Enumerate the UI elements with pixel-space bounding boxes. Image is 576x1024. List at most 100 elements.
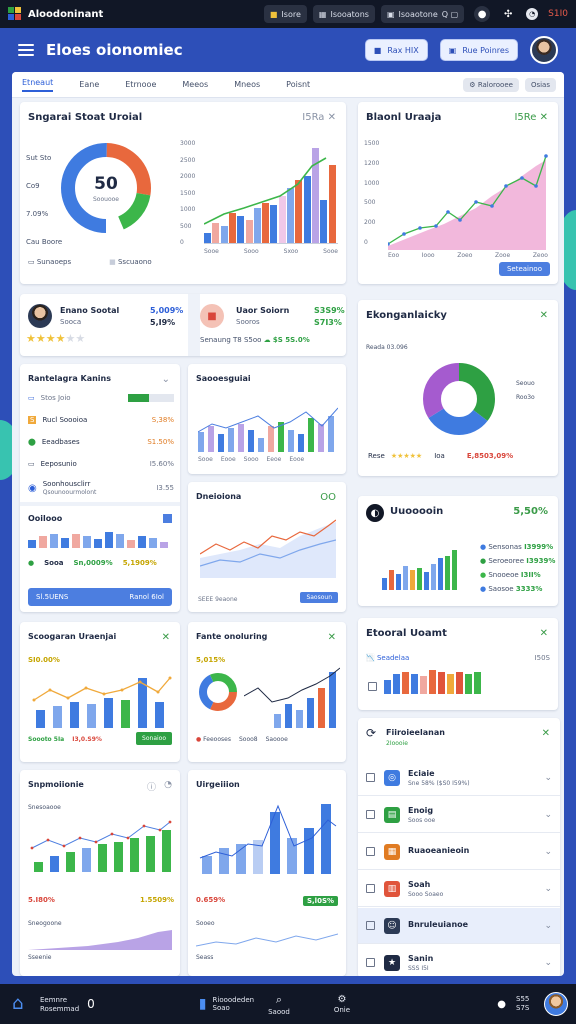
user-avatar[interactable]: [530, 36, 558, 64]
checkbox[interactable]: [366, 958, 375, 967]
subcard-button[interactable]: Sl.5UENS Ranol 6Iol: [28, 588, 172, 606]
summary-card: Scoogaran Uraenjai ✕ SI0.00% Soooto 5Ia I…: [20, 622, 180, 762]
checkbox[interactable]: [366, 773, 375, 782]
data-point: [84, 686, 88, 690]
stop-icon[interactable]: [163, 514, 172, 523]
home-label[interactable]: Eemnre Rosemmad: [40, 996, 79, 1013]
ranking-row[interactable]: ▭ Eeposunio I5.60%: [28, 460, 174, 468]
pie-label: Seouo: [516, 380, 535, 387]
header-button-2[interactable]: ▣ Rue Poinres: [439, 39, 518, 61]
ranking-row[interactable]: ▭ Stos Joio: [28, 394, 174, 402]
list-item[interactable]: ▥ Soah Sooo Soaeo ⌄: [358, 871, 560, 907]
checkbox[interactable]: [366, 847, 375, 856]
info-icon[interactable]: ⓘ: [147, 780, 156, 793]
checkbox[interactable]: [366, 810, 375, 819]
list-item[interactable]: ▦ Ruaoeanieoin ⌄: [358, 834, 560, 870]
tab-action-1[interactable]: ⚙ Ralorooee: [463, 77, 519, 92]
y-axis: 3000 2500 2000 1500 1000 500 0: [180, 140, 195, 246]
x-tick-label: Sooe: [323, 248, 338, 255]
user-avatar[interactable]: [544, 992, 568, 1016]
card-title: Uuooooin: [390, 506, 444, 517]
bar: [424, 572, 429, 590]
card-stats: Soooto 5Ia I3,0.S9%: [28, 736, 102, 743]
y-tick-label: 1500: [364, 140, 380, 147]
profile-icon[interactable]: ■: [200, 304, 224, 328]
row-icon: ▭: [28, 394, 35, 402]
card-status: OO: [320, 492, 336, 503]
close-icon[interactable]: ✕: [162, 632, 170, 643]
x-tick-label: Iooo: [421, 252, 435, 259]
x-axis: Sooe Eooe Sooo Eeoe Eooe: [198, 456, 305, 463]
footer-item-2[interactable]: ■ Sscuaono: [109, 258, 152, 266]
chat-icon[interactable]: ●: [497, 999, 506, 1010]
card-button[interactable]: Saosoun: [300, 592, 338, 603]
menu-icon[interactable]: [18, 44, 34, 56]
topbar-pill-2[interactable]: ▦ Isooatons: [312, 5, 375, 23]
close-icon[interactable]: ✕: [540, 628, 548, 639]
refresh-icon[interactable]: ⟳: [366, 726, 376, 740]
donut-chart: [423, 363, 495, 435]
chevron-down-icon[interactable]: ⌄: [544, 921, 552, 931]
clock-icon[interactable]: ◔: [164, 780, 172, 790]
tab-2[interactable]: Eane: [79, 80, 99, 89]
list-item[interactable]: ☺ Bnruleuianoe ⌄: [358, 908, 560, 944]
tab-6[interactable]: Poisnt: [286, 80, 310, 89]
chevron-down-icon[interactable]: ⌄: [162, 374, 170, 385]
nav-item-3[interactable]: ⚙ Onie: [334, 994, 350, 1014]
user-icon[interactable]: ●: [474, 6, 491, 22]
bar-chart: [382, 540, 462, 590]
data-point: [490, 204, 494, 208]
home-icon[interactable]: ⌂: [12, 994, 32, 1014]
card-button[interactable]: Sonaioo: [136, 732, 172, 745]
checkbox[interactable]: [366, 884, 375, 893]
clock-icon[interactable]: ◔: [526, 8, 539, 20]
topbar-pill-1[interactable]: ■ Isore: [263, 5, 307, 23]
bar: [36, 710, 45, 728]
tab-1[interactable]: Etneaut: [22, 78, 54, 92]
chevron-down-icon[interactable]: ⌄: [544, 773, 552, 783]
area-chart: [28, 930, 172, 950]
ranking-row[interactable]: S Rucl Soooioa S,38%: [28, 416, 174, 424]
chevron-down-icon[interactable]: ⌄: [544, 958, 552, 968]
bar: [98, 844, 107, 872]
bar: [384, 680, 391, 694]
data-point: [474, 200, 478, 204]
topbar-pill-3[interactable]: ▣ Isoaotone Q ▢: [380, 5, 465, 23]
nav-item-1[interactable]: ▮ Riooodeden Soao: [199, 996, 254, 1012]
list-item[interactable]: ▤ Enoig Soos ooe ⌄: [358, 797, 560, 833]
checkbox[interactable]: [368, 682, 377, 691]
note-icon: ▣: [386, 9, 395, 19]
share-icon[interactable]: ✣: [500, 6, 516, 22]
close-icon[interactable]: ✕: [542, 728, 550, 739]
bar: [328, 416, 334, 452]
x-axis: Sooe Sooo Sxoo Sooe: [204, 248, 338, 255]
list-item-title: Bnruleuianoe: [408, 920, 469, 929]
close-icon[interactable]: ✕: [328, 632, 336, 643]
header-button-1[interactable]: ■ Rax HIX: [364, 39, 428, 61]
list-item[interactable]: ◎ Eciaie Sne 58% ($S0 I59%) ⌄: [358, 760, 560, 796]
chevron-down-icon[interactable]: ⌄: [544, 847, 552, 857]
data-point: [46, 838, 50, 842]
x-tick-label: Zeoo: [532, 252, 548, 259]
bar: [318, 688, 325, 728]
profile-card: Enano Sootal Sooca 5,009% 5,I9% ★★★★★★ ■…: [20, 294, 346, 356]
tab-3[interactable]: Etrnooe: [125, 80, 156, 89]
tab-action-2[interactable]: Osias: [524, 77, 556, 92]
ranking-row[interactable]: ⬤ Eeadbases S1.50%: [28, 438, 174, 446]
list-item[interactable]: ★ Sanin SSS I5I ⌄: [358, 945, 560, 976]
green-dot-icon: ●: [28, 559, 35, 567]
chevron-down-icon[interactable]: ⌄: [544, 884, 552, 894]
profile-avatar[interactable]: [28, 304, 52, 328]
tab-5[interactable]: Mneos: [234, 80, 260, 89]
close-icon[interactable]: ✕: [540, 310, 548, 321]
tab-4[interactable]: Meeos: [182, 80, 208, 89]
footer-item-1[interactable]: ▭ Sunaoeps: [28, 258, 71, 266]
checkbox[interactable]: [366, 921, 375, 930]
chevron-down-icon[interactable]: ⌄: [544, 810, 552, 820]
ranking-row[interactable]: ◉ Soonhousclirr Qsounoourmolont I3.55: [28, 480, 174, 496]
bar: [61, 538, 69, 548]
card-button[interactable]: Seteainoo: [498, 262, 550, 276]
bar: [138, 536, 146, 548]
nav-item-2[interactable]: ⌕ Saood: [268, 993, 290, 1016]
line-chart: [196, 933, 338, 947]
